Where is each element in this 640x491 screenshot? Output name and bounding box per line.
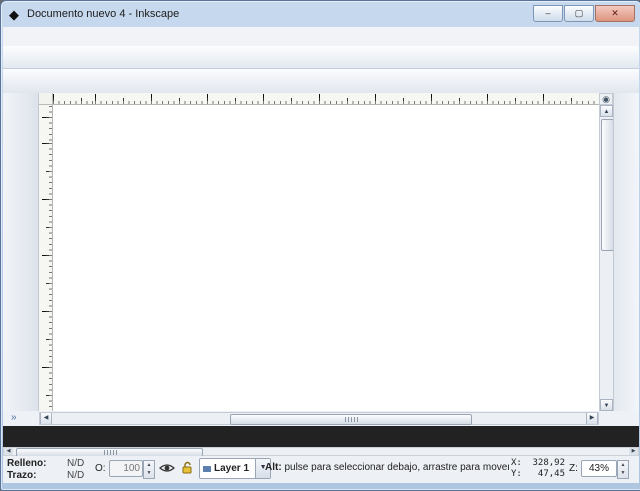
status-hint: Alt: pulse para seleccionar debajo, arra… bbox=[265, 462, 509, 473]
cursor-y-label: Y: bbox=[511, 469, 522, 479]
layer-visibility-eye-icon[interactable] bbox=[159, 460, 175, 476]
inkscape-window: ◆ Documento nuevo 4 - Inkscape – ▢ ✕ ◉ ▲… bbox=[0, 0, 640, 491]
fill-label: Relleno: bbox=[7, 458, 47, 469]
cms-adjust-icon[interactable]: ◉ bbox=[599, 93, 613, 105]
workspace: ◉ ▲ ▼ bbox=[3, 93, 639, 411]
spin-down-icon[interactable]: ▼ bbox=[618, 469, 628, 477]
palette-scrollbar[interactable]: ◀ ▶ bbox=[3, 447, 639, 457]
layer-icon bbox=[203, 465, 211, 472]
color-palette bbox=[3, 426, 639, 447]
spin-up-icon[interactable]: ▲ bbox=[618, 461, 628, 469]
tool-box bbox=[3, 93, 39, 411]
status-bar: Relleno: N/D Trazo: N/D O: 100 ▲ ▼ Layer … bbox=[3, 456, 639, 483]
horizontal-scroll-row: » ◀ ▶ bbox=[3, 411, 639, 426]
opacity-label: O: bbox=[95, 463, 106, 474]
commands-toolbar bbox=[3, 46, 639, 69]
cursor-x-value: 328,92 bbox=[532, 458, 565, 468]
stroke-label: Trazo: bbox=[7, 470, 37, 481]
minimize-button[interactable]: – bbox=[533, 5, 563, 22]
title-bar[interactable]: ◆ Documento nuevo 4 - Inkscape – ▢ ✕ bbox=[3, 3, 639, 27]
layer-lock-icon[interactable] bbox=[179, 460, 195, 476]
hint-key: Alt: bbox=[265, 462, 282, 473]
horizontal-scrollbar[interactable]: ◀ ▶ bbox=[39, 412, 599, 425]
current-layer-name: Layer 1 bbox=[214, 463, 250, 474]
hint-text: pulse para seleccionar debajo, arrastre … bbox=[284, 462, 509, 473]
scroll-down-icon[interactable]: ▼ bbox=[600, 399, 613, 411]
spin-down-icon[interactable]: ▼ bbox=[144, 469, 154, 477]
menu-bar bbox=[3, 27, 639, 47]
drawing-canvas[interactable] bbox=[53, 105, 599, 411]
cursor-y-value: 47,45 bbox=[537, 469, 565, 479]
palette-scroll-left-icon[interactable]: ◀ bbox=[4, 448, 13, 455]
scroll-up-icon[interactable]: ▲ bbox=[600, 105, 613, 117]
fill-value[interactable]: N/D bbox=[67, 458, 84, 469]
spin-up-icon[interactable]: ▲ bbox=[144, 461, 154, 469]
palette-scroll-right-icon[interactable]: ▶ bbox=[629, 448, 638, 455]
ruler-corner bbox=[39, 93, 53, 105]
horizontal-scroll-thumb[interactable] bbox=[230, 414, 472, 425]
current-layer-select[interactable]: Layer 1 ▼ bbox=[199, 458, 272, 479]
zoom-label: Z: bbox=[569, 463, 578, 474]
window-title: Documento nuevo 4 - Inkscape bbox=[27, 8, 180, 20]
palette-scroll-grip bbox=[103, 450, 117, 455]
vertical-ruler[interactable] bbox=[39, 105, 53, 411]
snap-controls-bar bbox=[613, 93, 639, 411]
scroll-left-icon[interactable]: ◀ bbox=[40, 413, 52, 424]
opacity-input[interactable]: 100 bbox=[109, 460, 143, 477]
opacity-spinner[interactable]: ▲ ▼ bbox=[143, 460, 155, 479]
toolbox-overflow-chevron[interactable]: » bbox=[11, 412, 17, 423]
horizontal-ruler[interactable] bbox=[53, 93, 599, 105]
scroll-right-icon[interactable]: ▶ bbox=[586, 413, 598, 424]
stroke-value[interactable]: N/D bbox=[67, 470, 84, 481]
inkscape-logo-icon: ◆ bbox=[9, 7, 19, 22]
tool-options-toolbar bbox=[3, 69, 639, 94]
window-controls: – ▢ ✕ bbox=[533, 5, 635, 22]
cursor-coordinates: X: 328,92 Y: 47,45 bbox=[511, 458, 565, 480]
maximize-button[interactable]: ▢ bbox=[564, 5, 594, 22]
cursor-x-label: X: bbox=[511, 458, 522, 468]
scroll-grip bbox=[345, 417, 358, 422]
close-button[interactable]: ✕ bbox=[595, 5, 635, 22]
zoom-input[interactable]: 43% bbox=[581, 460, 617, 477]
zoom-spinner[interactable]: ▲ ▼ bbox=[617, 460, 629, 479]
vertical-scrollbar[interactable]: ▲ ▼ bbox=[599, 105, 614, 411]
